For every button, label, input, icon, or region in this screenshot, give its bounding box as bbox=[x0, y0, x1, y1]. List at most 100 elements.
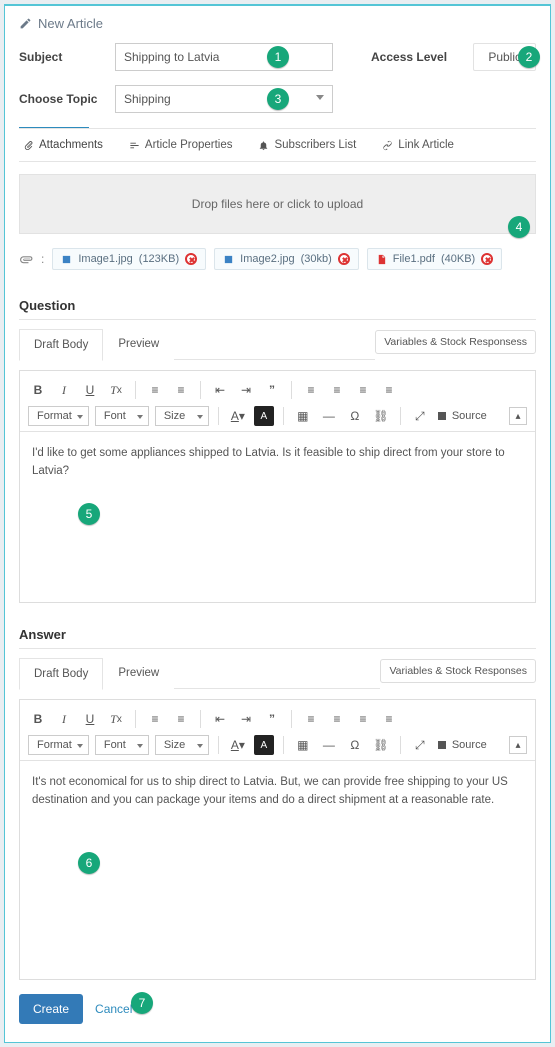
callout-badge-3: 3 bbox=[267, 88, 289, 110]
align-right-button[interactable]: ≡ bbox=[353, 380, 373, 400]
align-right-button[interactable]: ≡ bbox=[353, 709, 373, 729]
tab-draft-body[interactable]: Draft Body bbox=[19, 329, 103, 361]
subject-label: Subject bbox=[19, 50, 105, 64]
bg-color-button[interactable]: A bbox=[254, 735, 274, 755]
source-button[interactable]: Source bbox=[436, 410, 487, 422]
subject-input[interactable] bbox=[115, 43, 333, 71]
italic-button[interactable]: I bbox=[54, 380, 74, 400]
quote-button[interactable]: ” bbox=[262, 709, 282, 729]
create-button[interactable]: Create bbox=[19, 994, 83, 1024]
attachment-list: : Image1.jpg (123KB) Image2.jpg (30kb) F… bbox=[19, 246, 536, 284]
format-dropdown[interactable]: Format bbox=[28, 735, 89, 755]
table-button[interactable]: ▦ bbox=[293, 406, 313, 426]
align-center-button[interactable]: ≡ bbox=[327, 380, 347, 400]
tab-draft-body[interactable]: Draft Body bbox=[19, 658, 103, 690]
collapse-toolbar-button[interactable]: ▴ bbox=[509, 407, 527, 425]
ol-button[interactable]: ≡ bbox=[145, 380, 165, 400]
remove-attachment-icon[interactable] bbox=[481, 253, 493, 265]
editor-toolbar: B I U Tx ≡ ≡ ⇤ ⇥ ” ≡ ≡ ≡ ≡ bbox=[20, 700, 535, 761]
align-left-button[interactable]: ≡ bbox=[301, 709, 321, 729]
sliders-icon bbox=[129, 140, 140, 151]
edit-icon bbox=[19, 17, 32, 30]
editor-toolbar: B I U Tx ≡ ≡ ⇤ ⇥ ” ≡ ≡ ≡ ≡ bbox=[20, 371, 535, 432]
topic-label: Choose Topic bbox=[19, 92, 105, 106]
ul-button[interactable]: ≡ bbox=[171, 380, 191, 400]
cancel-link[interactable]: Cancel bbox=[95, 1002, 132, 1016]
attachment-chip: File1.pdf (40KB) bbox=[367, 248, 502, 270]
source-icon bbox=[436, 739, 448, 751]
quote-button[interactable]: ” bbox=[262, 380, 282, 400]
pdf-icon bbox=[376, 254, 387, 265]
link-button[interactable]: ⛓ bbox=[371, 406, 391, 426]
answer-tabs: Draft Body Preview Variables & Stock Res… bbox=[19, 657, 536, 689]
align-justify-button[interactable]: ≡ bbox=[379, 380, 399, 400]
topic-select[interactable]: Shipping bbox=[115, 85, 333, 113]
remove-attachment-icon[interactable] bbox=[338, 253, 350, 265]
chevron-down-icon bbox=[316, 95, 324, 100]
underline-button[interactable]: U bbox=[80, 709, 100, 729]
source-icon bbox=[436, 410, 448, 422]
format-dropdown[interactable]: Format bbox=[28, 406, 89, 426]
callout-badge-2: 2 bbox=[518, 46, 540, 68]
indent-button[interactable]: ⇥ bbox=[236, 380, 256, 400]
ol-button[interactable]: ≡ bbox=[145, 709, 165, 729]
font-dropdown[interactable]: Font bbox=[95, 735, 149, 755]
variables-button[interactable]: Variables & Stock Responses bbox=[380, 659, 536, 683]
maximize-button[interactable]: ⤢ bbox=[410, 735, 430, 755]
topic-row: Choose Topic Shipping 3 bbox=[19, 85, 536, 113]
bell-icon bbox=[258, 140, 269, 151]
text-color-button[interactable]: A▾ bbox=[228, 735, 248, 755]
subtab-subscribers[interactable]: Subscribers List bbox=[258, 139, 356, 151]
align-center-button[interactable]: ≡ bbox=[327, 709, 347, 729]
font-dropdown[interactable]: Font bbox=[95, 406, 149, 426]
special-char-button[interactable]: Ω bbox=[345, 735, 365, 755]
hr-button[interactable]: — bbox=[319, 735, 339, 755]
size-dropdown[interactable]: Size bbox=[155, 735, 209, 755]
ul-button[interactable]: ≡ bbox=[171, 709, 191, 729]
remove-attachment-icon[interactable] bbox=[185, 253, 197, 265]
bold-button[interactable]: B bbox=[28, 709, 48, 729]
outdent-button[interactable]: ⇤ bbox=[210, 380, 230, 400]
callout-badge-4: 4 bbox=[508, 216, 530, 238]
clear-format-button[interactable]: Tx bbox=[106, 380, 126, 400]
variables-button[interactable]: Variables & Stock Responsess bbox=[375, 330, 536, 354]
colon: : bbox=[41, 252, 44, 266]
clear-format-button[interactable]: Tx bbox=[106, 709, 126, 729]
italic-button[interactable]: I bbox=[54, 709, 74, 729]
special-char-button[interactable]: Ω bbox=[345, 406, 365, 426]
image-icon bbox=[223, 254, 234, 265]
outdent-button[interactable]: ⇤ bbox=[210, 709, 230, 729]
size-dropdown[interactable]: Size bbox=[155, 406, 209, 426]
bold-button[interactable]: B bbox=[28, 380, 48, 400]
align-justify-button[interactable]: ≡ bbox=[379, 709, 399, 729]
tab-preview[interactable]: Preview bbox=[103, 657, 174, 689]
table-button[interactable]: ▦ bbox=[293, 735, 313, 755]
topic-select-value: Shipping bbox=[124, 92, 171, 106]
subtab-attachments[interactable]: Attachments bbox=[23, 139, 103, 151]
subject-row: Subject 1 Access Level Public 2 bbox=[19, 43, 536, 71]
align-left-button[interactable]: ≡ bbox=[301, 380, 321, 400]
attachment-chip: Image1.jpg (123KB) bbox=[52, 248, 206, 270]
callout-badge-7: 7 bbox=[131, 992, 153, 1014]
subtab-properties[interactable]: Article Properties bbox=[129, 139, 233, 151]
window-title: New Article bbox=[5, 6, 550, 37]
link-button[interactable]: ⛓ bbox=[371, 735, 391, 755]
collapse-toolbar-button[interactable]: ▴ bbox=[509, 736, 527, 754]
file-dropzone[interactable]: Drop files here or click to upload bbox=[19, 174, 536, 234]
answer-editor: B I U Tx ≡ ≡ ⇤ ⇥ ” ≡ ≡ ≡ ≡ bbox=[19, 699, 536, 980]
subtab-link[interactable]: Link Article bbox=[382, 139, 454, 151]
divider bbox=[19, 648, 536, 649]
underline-button[interactable]: U bbox=[80, 380, 100, 400]
new-article-window: New Article Subject 1 Access Level Publi… bbox=[4, 4, 551, 1043]
callout-badge-1: 1 bbox=[267, 46, 289, 68]
attachment-chip: Image2.jpg (30kb) bbox=[214, 248, 359, 270]
maximize-button[interactable]: ⤢ bbox=[410, 406, 430, 426]
text-color-button[interactable]: A▾ bbox=[228, 406, 248, 426]
bg-color-button[interactable]: A bbox=[254, 406, 274, 426]
tab-preview[interactable]: Preview bbox=[103, 328, 174, 360]
paperclip-icon bbox=[23, 140, 34, 151]
window-title-text: New Article bbox=[38, 16, 103, 31]
source-button[interactable]: Source bbox=[436, 739, 487, 751]
indent-button[interactable]: ⇥ bbox=[236, 709, 256, 729]
hr-button[interactable]: — bbox=[319, 406, 339, 426]
